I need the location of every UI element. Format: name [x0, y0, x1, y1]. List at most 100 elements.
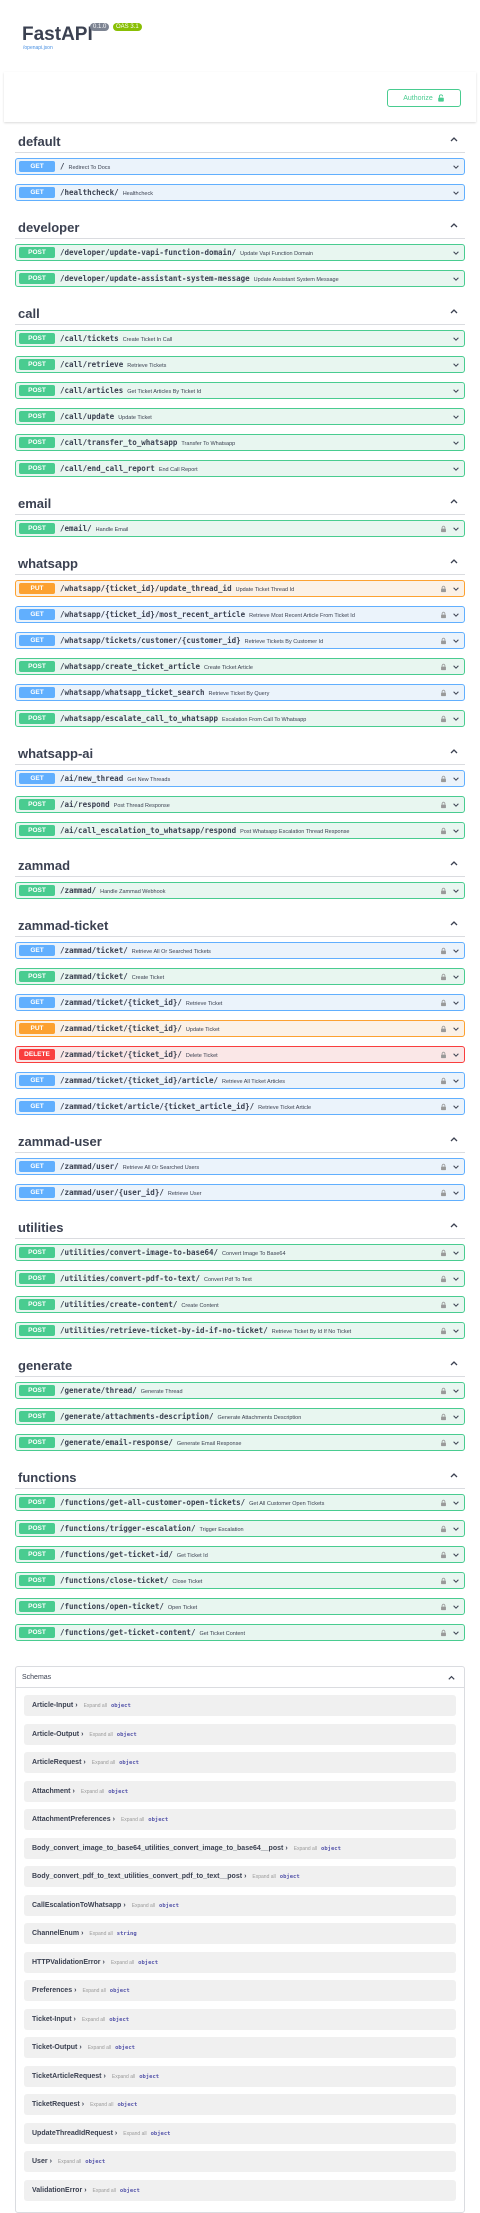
lock-icon[interactable] [440, 1603, 447, 1611]
section-zammad-user[interactable]: zammad-user [15, 1130, 465, 1153]
chevron-down-icon[interactable] [452, 947, 460, 955]
operation-post[interactable]: POST/generate/email-response/Generate Em… [15, 1434, 465, 1451]
lock-icon[interactable] [440, 637, 447, 645]
chevron-down-icon[interactable] [452, 1387, 460, 1395]
chevron-down-icon[interactable] [452, 611, 460, 619]
operation-post[interactable]: POST/functions/trigger-escalation/Trigge… [15, 1520, 465, 1537]
operation-put[interactable]: PUT/whatsapp/{ticket_id}/update_thread_i… [15, 580, 465, 597]
lock-icon[interactable] [440, 611, 447, 619]
chevron-down-icon[interactable] [452, 465, 460, 473]
expand-all-link[interactable]: Expand all [90, 2102, 113, 2108]
chevron-down-icon[interactable] [452, 387, 460, 395]
lock-icon[interactable] [440, 1103, 447, 1111]
schema-item[interactable]: Ticket-Input › Expand all object [24, 2008, 456, 2030]
operation-post[interactable]: POST/call/transfer_to_whatsapp Transfer T… [15, 434, 465, 451]
lock-icon[interactable] [440, 689, 447, 697]
section-whatsapp[interactable]: whatsapp [15, 552, 465, 575]
chevron-down-icon[interactable] [452, 1275, 460, 1283]
lock-icon[interactable] [440, 1577, 447, 1585]
expand-all-link[interactable]: Expand all [58, 2159, 81, 2165]
operation-post[interactable]: POST/whatsapp/create_ticket_article Creat… [15, 658, 465, 675]
lock-icon[interactable] [440, 1249, 447, 1257]
expand-all-link[interactable]: Expand all [89, 1732, 112, 1738]
chevron-down-icon[interactable] [452, 827, 460, 835]
expand-all-link[interactable]: Expand all [123, 2131, 146, 2137]
chevron-down-icon[interactable] [452, 663, 460, 671]
expand-all-link[interactable]: Expand all [88, 2045, 111, 2051]
lock-icon[interactable] [440, 1525, 447, 1533]
chevron-down-icon[interactable] [452, 887, 460, 895]
chevron-up-icon[interactable] [449, 746, 459, 756]
lock-icon[interactable] [440, 585, 447, 593]
operation-delete[interactable]: DELETE/zammad/ticket/{ticket_id}/Delete … [15, 1046, 465, 1063]
section-whatsapp-ai[interactable]: whatsapp-ai [15, 742, 465, 765]
chevron-down-icon[interactable] [452, 525, 460, 533]
expand-all-link[interactable]: Expand all [112, 2074, 135, 2080]
schema-item[interactable]: Body_convert_image_to_base64_utilities_c… [24, 1837, 456, 1859]
chevron-up-icon[interactable] [449, 858, 459, 868]
section-call[interactable]: call [15, 302, 465, 325]
chevron-down-icon[interactable] [452, 1577, 460, 1585]
lock-icon[interactable] [440, 1439, 447, 1447]
chevron-down-icon[interactable] [452, 1103, 460, 1111]
lock-icon[interactable] [440, 1327, 447, 1335]
chevron-up-icon[interactable] [449, 556, 459, 566]
operation-post[interactable]: POST/ai/call_escalation_to_whatsapp/resp… [15, 822, 465, 839]
operation-post[interactable]: POST/functions/get-ticket-content/Get Ti… [15, 1624, 465, 1641]
chevron-down-icon[interactable] [452, 275, 460, 283]
lock-icon[interactable] [440, 1387, 447, 1395]
operation-post[interactable]: POST/call/update Update Ticket [15, 408, 465, 425]
operation-post[interactable]: POST/call/retrieve Retrieve Tickets [15, 356, 465, 373]
chevron-down-icon[interactable] [452, 1189, 460, 1197]
chevron-down-icon[interactable] [452, 1327, 460, 1335]
operation-get[interactable]: GET/whatsapp/tickets/customer/{customer_… [15, 632, 465, 649]
schema-item[interactable]: CallEscalationToWhatsapp › Expand all objec… [24, 1894, 456, 1916]
expand-all-link[interactable]: Expand all [132, 1903, 155, 1909]
lock-icon[interactable] [440, 1025, 447, 1033]
lock-icon[interactable] [440, 887, 447, 895]
chevron-down-icon[interactable] [452, 1301, 460, 1309]
chevron-down-icon[interactable] [452, 163, 460, 171]
chevron-down-icon[interactable] [452, 999, 460, 1007]
operation-post[interactable]: POST/utilities/convert-pdf-to-text/Conve… [15, 1270, 465, 1287]
openapi-json-link[interactable]: /openapi.json [23, 45, 53, 51]
schema-item[interactable]: ChannelEnum › Expand all string [24, 1923, 456, 1944]
expand-all-link[interactable]: Expand all [252, 1874, 275, 1880]
schema-item[interactable]: Attachment › Expand all object [24, 1780, 456, 1802]
schema-item[interactable]: UpdateThreadIdRequest › Expand all object [24, 2122, 456, 2144]
lock-icon[interactable] [440, 999, 447, 1007]
chevron-down-icon[interactable] [452, 1413, 460, 1421]
chevron-down-icon[interactable] [452, 413, 460, 421]
expand-all-link[interactable]: Expand all [84, 1703, 107, 1709]
chevron-up-icon[interactable] [449, 220, 459, 230]
chevron-down-icon[interactable] [452, 1551, 460, 1559]
operation-get[interactable]: GET/whatsapp/{ticket_id}/most_recent_art… [15, 606, 465, 623]
schema-item[interactable]: Ticket-Output › Expand all object [24, 2037, 456, 2058]
section-utilities[interactable]: utilities [15, 1216, 465, 1239]
schema-item[interactable]: TicketRequest › Expand all object [24, 2094, 456, 2115]
lock-icon[interactable] [440, 827, 447, 835]
operation-post[interactable]: POST/developer/update-assistant-system-m… [15, 270, 465, 287]
chevron-down-icon[interactable] [452, 249, 460, 257]
section-zammad-ticket[interactable]: zammad-ticket [15, 914, 465, 937]
operation-get[interactable]: GET/ai/new_thread Get New Threads [15, 770, 465, 787]
expand-all-link[interactable]: Expand all [82, 1988, 105, 1994]
lock-icon[interactable] [440, 775, 447, 783]
operation-post[interactable]: POST/functions/close-ticket/Close Ticket [15, 1572, 465, 1589]
expand-all-link[interactable]: Expand all [82, 2017, 105, 2023]
chevron-down-icon[interactable] [452, 1051, 460, 1059]
operation-post[interactable]: POST/utilities/retrieve-ticket-by-id-if-… [15, 1322, 465, 1339]
chevron-down-icon[interactable] [452, 189, 460, 197]
chevron-up-icon[interactable] [447, 1673, 456, 1682]
chevron-down-icon[interactable] [452, 335, 460, 343]
operation-get[interactable]: GET / Redirect To Docs [15, 158, 465, 175]
operation-get[interactable]: GET/whatsapp/whatsapp_ticket_search Retri… [15, 684, 465, 701]
schema-item[interactable]: AttachmentPreferences › Expand all object [24, 1809, 456, 1830]
operation-get[interactable]: GET/zammad/ticket/article/{ticket_articl… [15, 1098, 465, 1115]
lock-icon[interactable] [440, 1275, 447, 1283]
chevron-up-icon[interactable] [449, 306, 459, 316]
operation-post[interactable]: POST/call/articles Get Ticket Articles By… [15, 382, 465, 399]
chevron-down-icon[interactable] [452, 361, 460, 369]
expand-all-link[interactable]: Expand all [93, 2188, 116, 2194]
section-zammad[interactable]: zammad [15, 854, 465, 877]
